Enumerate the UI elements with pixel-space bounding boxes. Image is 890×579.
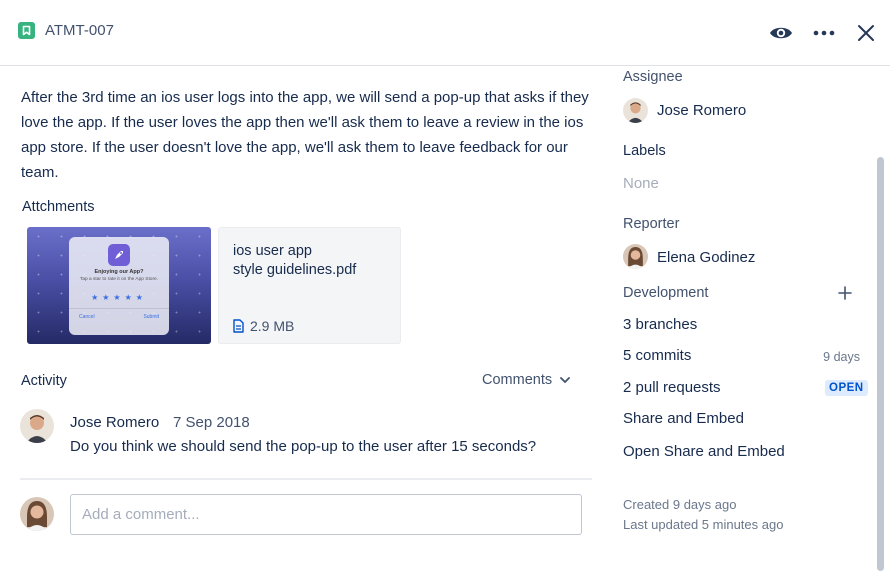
commits-age: 9 days	[823, 350, 860, 364]
dialog-title: Enjoying our App?	[94, 269, 144, 275]
rocket-app-icon	[108, 244, 130, 266]
reporter-label: Reporter	[623, 216, 680, 232]
close-icon	[858, 25, 874, 41]
development-label: Development	[623, 285, 709, 301]
open-share-embed-link[interactable]: Open Share and Embed	[623, 443, 785, 460]
created-date: Created 9 days ago	[623, 497, 737, 512]
issue-key: ATMT-007	[45, 22, 114, 39]
reporter-avatar	[623, 244, 648, 269]
current-user-avatar	[20, 497, 54, 531]
comments-filter-label: Comments	[482, 372, 553, 388]
comments-filter-dropdown[interactable]: Comments	[482, 372, 571, 388]
attachments-title: Attchments	[22, 199, 95, 215]
assignee-avatar	[623, 98, 648, 123]
reporter-name[interactable]: Elena Godinez	[657, 249, 755, 266]
attachment-image-thumbnail[interactable]: Enjoying our App? Tap a star to rate it …	[27, 227, 211, 344]
watch-button[interactable]	[768, 20, 794, 46]
issue-description[interactable]: After the 3rd time an ios user logs into…	[21, 85, 591, 185]
story-icon	[18, 22, 35, 39]
issue-header: ATMT-007	[0, 0, 890, 66]
file-name: ios user app style guidelines.pdf	[233, 242, 356, 280]
comment-author[interactable]: Jose Romero	[70, 414, 159, 431]
more-icon	[813, 30, 835, 36]
labels-label: Labels	[623, 143, 666, 159]
comment-text: Do you think we should send the pop-up t…	[70, 438, 537, 455]
issue-key-link[interactable]: ATMT-007	[18, 22, 114, 39]
commenter-avatar[interactable]	[20, 409, 54, 443]
updated-date: Last updated 5 minutes ago	[623, 517, 784, 532]
dialog-text: Tap a star to rate it on the App Store.	[79, 277, 159, 282]
file-size: 2.9 MB	[233, 318, 294, 334]
file-name-line-2: style guidelines.pdf	[233, 262, 357, 278]
sidebar-scrollbar[interactable]	[877, 157, 884, 571]
add-comment-input[interactable]	[70, 494, 582, 535]
star-rating: ★★★★★	[91, 293, 147, 302]
close-button[interactable]	[853, 20, 879, 46]
file-size-value: 2.9 MB	[250, 318, 295, 334]
more-actions-button[interactable]	[811, 20, 837, 46]
dialog-cancel: Cancel	[79, 314, 95, 320]
labels-value[interactable]: None	[623, 175, 659, 192]
file-name-line-1: ios user app	[233, 243, 312, 259]
dialog-submit: Submit	[143, 314, 159, 320]
eye-icon	[770, 27, 792, 39]
add-development-button[interactable]	[836, 284, 854, 302]
pull-requests-link[interactable]: 2 pull requests	[623, 379, 721, 396]
branches-link[interactable]: 3 branches	[623, 316, 697, 333]
chevron-down-icon	[560, 377, 571, 383]
pr-status-badge: OPEN	[825, 380, 868, 396]
dialog-buttons: Cancel Submit	[69, 308, 169, 320]
attachment-file-card[interactable]: ios user app style guidelines.pdf 2.9 MB	[218, 227, 401, 344]
assignee-name[interactable]: Jose Romero	[657, 102, 746, 119]
share-embed-link[interactable]: Share and Embed	[623, 410, 744, 427]
rating-dialog-preview: Enjoying our App? Tap a star to rate it …	[69, 237, 169, 335]
assignee-label: Assignee	[623, 69, 683, 85]
comment-date: 7 Sep 2018	[173, 414, 250, 431]
document-icon	[233, 319, 244, 333]
commits-link[interactable]: 5 commits	[623, 347, 691, 364]
activity-divider	[20, 478, 592, 480]
activity-title: Activity	[21, 373, 67, 389]
